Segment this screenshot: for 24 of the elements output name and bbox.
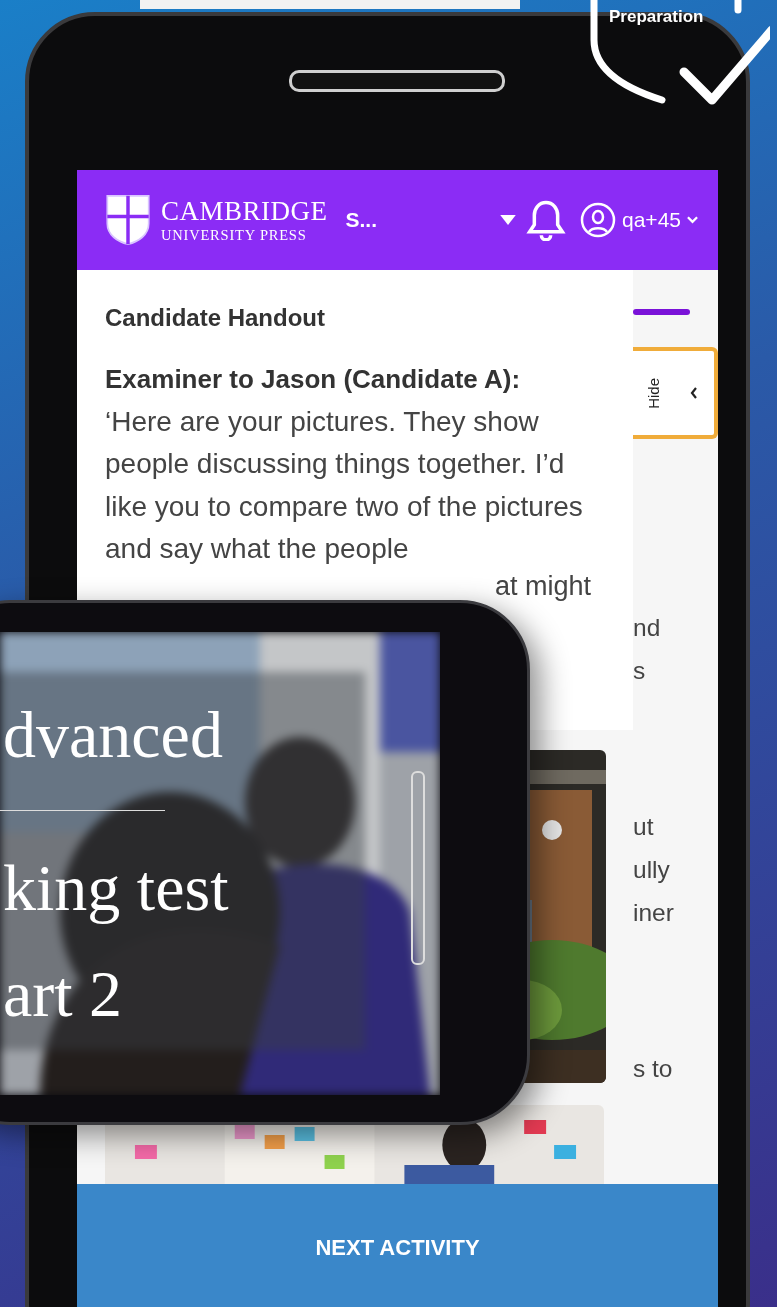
video-title: art 2 <box>3 961 123 1027</box>
user-menu[interactable]: qa+45 <box>580 202 698 238</box>
next-activity-button[interactable]: NEXT ACTIVITY <box>77 1184 718 1307</box>
text-fragment: nd <box>633 613 661 643</box>
chevron-icon <box>687 216 698 224</box>
text-fragment: s to <box>633 1054 673 1084</box>
menu-dropdown[interactable]: S... <box>345 208 378 232</box>
avatar-icon <box>580 202 616 238</box>
text-fragment: iner <box>633 898 674 928</box>
brand-subtitle: UNIVERSITY PRESS <box>161 227 308 243</box>
badge-text: Preparation <box>609 7 704 27</box>
bell-icon[interactable] <box>526 199 566 241</box>
caret-icon[interactable] <box>500 215 516 225</box>
handout-title: Candidate Handout <box>105 304 326 332</box>
text-fragment: at might <box>495 570 592 603</box>
video-title: dvanced <box>3 702 223 768</box>
brand-name: CAMBRIDGE <box>161 197 328 225</box>
hide-tab[interactable]: Hide <box>633 347 718 439</box>
text-fragment: s <box>633 656 646 686</box>
handout-text: Examiner to Jason (Candidate A): ‘Here are your pictures. They show people discussing things together. I’d like you to compare two of the pictures and say what the people <box>105 363 584 566</box>
chevron-left-icon <box>690 387 698 399</box>
crest-icon <box>105 193 151 247</box>
text-fragment: ully <box>633 855 670 885</box>
text-fragment: ut <box>633 812 654 842</box>
